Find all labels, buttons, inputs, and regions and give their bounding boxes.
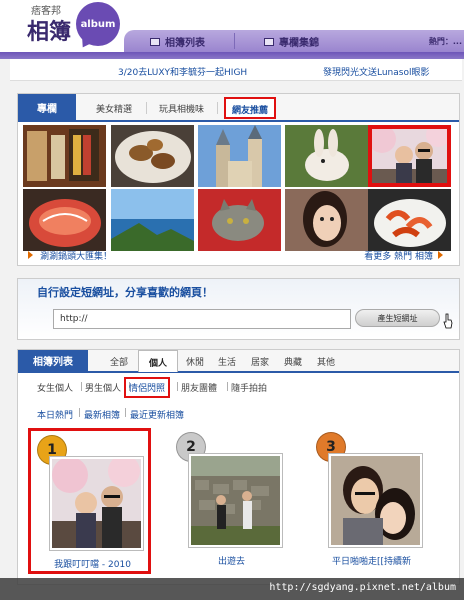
hand-cursor-icon [443, 313, 453, 329]
sort-divider: | [124, 408, 128, 418]
thumbnail-shrimp-dish[interactable] [368, 189, 451, 251]
tab-life[interactable]: 生活 [218, 355, 236, 368]
url-input[interactable]: http:// [53, 309, 351, 329]
tab-beauty[interactable]: 美女精選 [96, 102, 132, 115]
generate-short-url-button[interactable]: 產生短網址 [355, 309, 440, 327]
subtab-friend-group[interactable]: 朋友團體 [181, 381, 217, 394]
sort-today-popular[interactable]: 本日熱門 [37, 408, 73, 421]
thumbnail-sashimi[interactable] [23, 189, 106, 251]
album-cover-image[interactable] [328, 453, 423, 548]
see-more-link[interactable]: 看更多 熱門 相簿 [364, 249, 433, 262]
album-caption[interactable]: 平日啪啪走[[持續新 [310, 554, 433, 567]
tab-album-list[interactable]: 相簿列表 [150, 34, 205, 49]
featured-panel: 專欄 美女精選 玩具相機味 網友推薦 涮涮鍋頭大匯集！ 看更多 熱門 相簿 [17, 93, 460, 266]
featured-footer: 涮涮鍋頭大匯集！ 看更多 熱門 相簿 [18, 246, 459, 264]
short-url-title: 自行設定短網址，分享喜歡的網頁！ [37, 286, 213, 299]
thumbnail-couple-cherry-blossom[interactable] [368, 125, 451, 187]
subtab-couple-photos[interactable]: 情侶閃照 [124, 377, 171, 398]
sort-divider: | [78, 408, 82, 418]
column-icon [264, 37, 274, 46]
album-list-heading: 相簿列表 [18, 350, 88, 371]
sort-recently-updated[interactable]: 最近更新相簿 [130, 408, 184, 421]
thumbnail-bookshop[interactable] [23, 125, 106, 187]
promo-links: 3/20去LUXY和李毓芬一起HIGH 發現閃光文送Lunasol眼影 [10, 59, 462, 81]
thumbnail-cat-on-red[interactable] [198, 189, 281, 251]
tab-leisure[interactable]: 休閒 [186, 355, 204, 368]
arrow-right-icon [28, 251, 33, 259]
album-card[interactable]: 1 我跟叮叮噹 - 2010 [28, 428, 151, 574]
subtab-divider: | [226, 382, 230, 392]
featured-tabs: 專欄 美女精選 玩具相機味 網友推薦 [18, 94, 459, 122]
subtab-female-personal[interactable]: 女生個人 [37, 381, 73, 394]
sort-newest[interactable]: 最新相簿 [84, 408, 120, 421]
album-category-tabs: 相簿列表 全部 個人 休閒 生活 居家 典藏 其他 [18, 350, 459, 373]
album-card[interactable]: 3 平日啪啪走[[持續新 [310, 428, 433, 574]
album-card[interactable]: 2 出遊去 [170, 428, 293, 574]
tab-column[interactable]: 專欄集錦 [264, 34, 319, 49]
header-divider-bar [0, 52, 464, 59]
site-header: 痞客邦 相簿 album 相簿列表 專欄集錦 熱門：... [0, 0, 464, 52]
album-cover-image[interactable] [49, 456, 144, 551]
arrow-right-icon [438, 251, 443, 259]
popular-label[interactable]: 熱門：... [429, 36, 462, 47]
featured-heading: 專欄 [18, 94, 76, 120]
featured-footer-link[interactable]: 涮涮鍋頭大匯集！ [40, 249, 112, 262]
tab-divider [234, 33, 235, 49]
tab-divider [217, 102, 218, 114]
top-tab-bar: 相簿列表 專欄集錦 熱門：... [124, 30, 464, 52]
thumbnail-rabbit[interactable] [285, 125, 368, 187]
album-list-panel: 相簿列表 全部 個人 休閒 生活 居家 典藏 其他 女生個人 | 男生個人 | … [17, 349, 460, 585]
album-cover-image[interactable] [188, 453, 283, 548]
tab-home[interactable]: 居家 [251, 355, 269, 368]
logo-title[interactable]: 相簿 [27, 14, 71, 46]
tab-all[interactable]: 全部 [110, 355, 128, 368]
photo-list-icon [150, 37, 160, 46]
tab-personal[interactable]: 個人 [138, 350, 179, 372]
tab-user-recommended[interactable]: 網友推薦 [224, 97, 277, 119]
promo-link-lunasol[interactable]: 發現閃光文送Lunasol眼影 [323, 65, 429, 78]
thumbnail-seaside-cliff[interactable] [111, 189, 194, 251]
tab-label: 相簿列表 [165, 38, 205, 49]
album-badge-logo[interactable]: album [76, 2, 120, 46]
thumbnail-grilled-fish[interactable] [111, 125, 194, 187]
tab-toy-camera[interactable]: 玩具相機味 [159, 102, 204, 115]
watermark-url: http://sgdyang.pixnet.net/album [0, 578, 464, 600]
subtab-snapshots[interactable]: 隨手拍拍 [231, 381, 267, 394]
promo-link-luxy[interactable]: 3/20去LUXY和李毓芬一起HIGH [118, 65, 247, 78]
thumbnail-church-towers[interactable] [198, 125, 281, 187]
subtab-male-personal[interactable]: 男生個人 [85, 381, 121, 394]
subtab-divider: | [80, 382, 84, 392]
album-caption[interactable]: 出遊去 [170, 554, 293, 567]
subtab-divider: | [176, 382, 180, 392]
tab-other[interactable]: 其他 [317, 355, 335, 368]
album-caption[interactable]: 我跟叮叮噹 - 2010 [31, 557, 154, 570]
tab-label: 專欄集錦 [279, 38, 319, 49]
thumbnail-girl-portrait[interactable] [285, 189, 368, 251]
tab-collection[interactable]: 典藏 [284, 355, 302, 368]
short-url-panel: 自行設定短網址，分享喜歡的網頁！ http:// 產生短網址 [17, 278, 460, 340]
tab-divider [146, 102, 147, 114]
